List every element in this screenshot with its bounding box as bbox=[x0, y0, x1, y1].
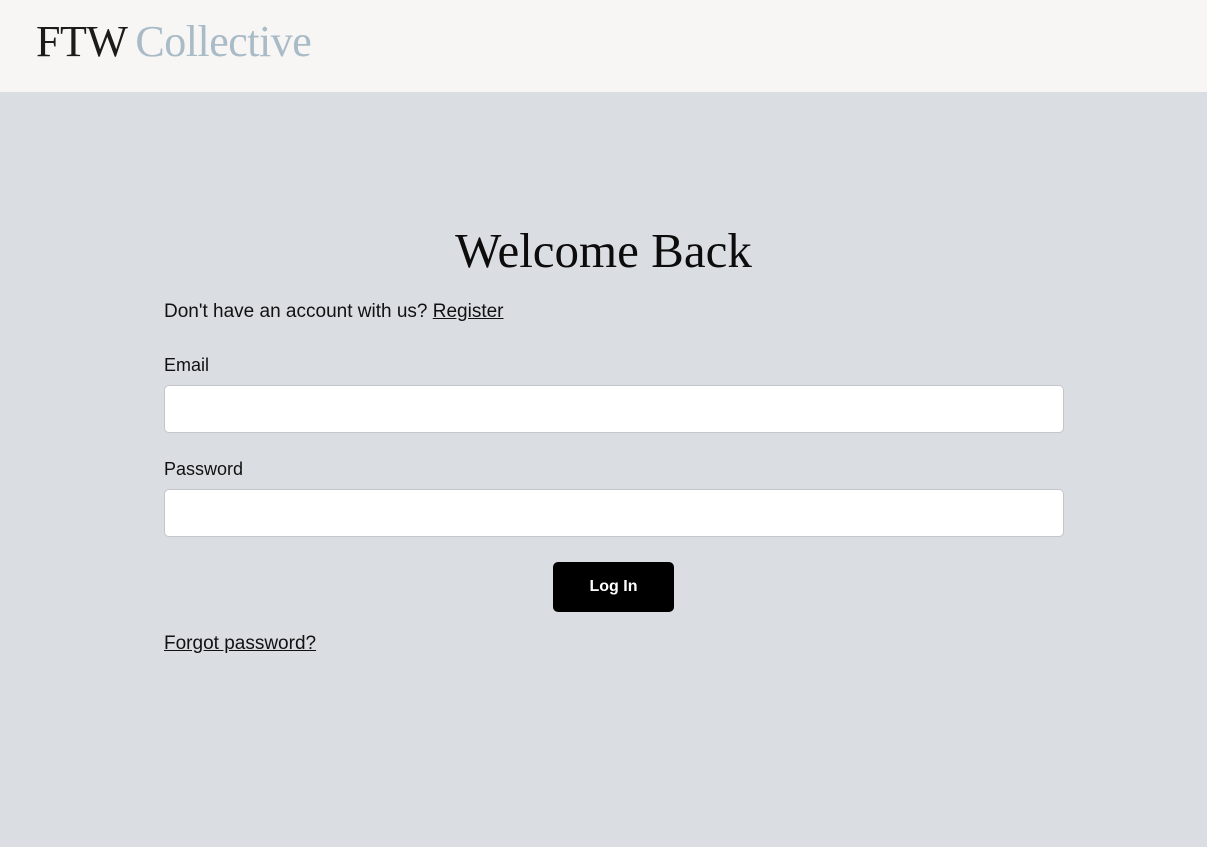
register-link[interactable]: Register bbox=[433, 301, 504, 322]
brand-logo[interactable]: FTW Collective bbox=[36, 17, 312, 66]
forgot-password-link[interactable]: Forgot password? bbox=[164, 632, 316, 656]
logo-secondary-text: Collective bbox=[135, 17, 312, 66]
register-prompt-text: Don't have an account with us? bbox=[164, 301, 428, 322]
password-label: Password bbox=[164, 459, 244, 479]
logo-primary-text: FTW bbox=[36, 17, 128, 66]
register-prompt: Don't have an account with us? Register bbox=[164, 300, 504, 324]
top-header: FTW Collective bbox=[0, 0, 1207, 92]
page-title: Welcome Back bbox=[455, 223, 752, 278]
login-section: Welcome Back Don't have an account with … bbox=[0, 92, 1207, 847]
email-field[interactable] bbox=[164, 385, 1064, 433]
password-field[interactable] bbox=[164, 489, 1064, 537]
email-label: Email bbox=[164, 355, 210, 375]
login-button[interactable]: Log In bbox=[553, 562, 674, 612]
